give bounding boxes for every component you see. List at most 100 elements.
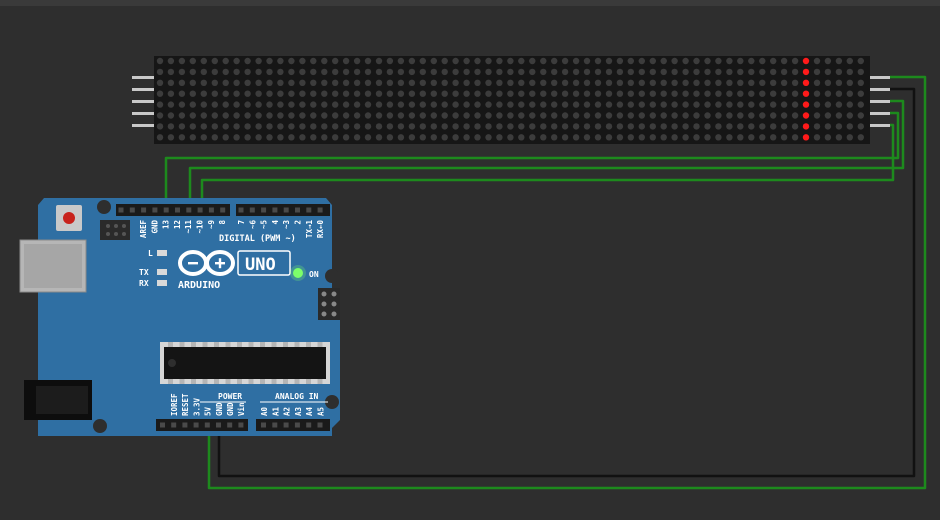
matrix-led [419,112,426,119]
header-pin[interactable] [197,207,203,213]
matrix-led [353,134,361,141]
digital-pin-label: RX←0 [316,220,325,239]
matrix-led [200,68,207,76]
power-on-label: ON [309,270,319,279]
chip-pin [248,379,254,384]
header-pin[interactable] [129,207,135,213]
header-pin[interactable] [186,207,192,213]
matrix-led [824,68,832,76]
matrix-led [540,79,547,87]
header-pin[interactable] [283,207,289,213]
matrix-led [583,123,591,130]
matrix-led [408,79,416,87]
matrix-led [321,90,328,97]
matrix-led [342,101,350,108]
matrix-led [572,79,580,87]
matrix-led [244,123,251,130]
header-pin[interactable] [306,422,312,428]
matrix-led [780,79,788,87]
matrix-led-on [802,79,810,87]
header-pin[interactable] [238,422,244,428]
header-pin[interactable] [306,207,312,213]
simulation-canvas[interactable]: AREF GND 13 12 ~11 ~10 ~9 8 7 ~6 ~5 4 ~3 2 TX→1 RX←0 DI… [0,0,940,520]
matrix-led [332,68,339,76]
header-pin[interactable] [175,207,180,213]
matrix-led [167,68,175,76]
header-pin[interactable] [216,422,221,428]
matrix-input-pins[interactable] [132,76,156,127]
matrix-led [813,134,821,141]
matrix-led [638,57,645,65]
header-pin[interactable] [118,207,124,213]
matrix-led [518,101,525,108]
matrix-led-on [802,134,810,141]
power-pin-label: Vin [237,402,246,416]
header-pin[interactable] [295,207,300,213]
matrix-led [518,134,525,141]
header-pin[interactable] [204,422,210,428]
matrix-led [441,134,448,141]
matrix-led [638,90,645,97]
matrix-led [485,112,492,119]
header-pin[interactable] [272,422,278,428]
matrix-led [397,57,405,65]
header-pin[interactable] [152,207,158,213]
matrix-led [310,68,317,76]
matrix-led [572,123,580,130]
matrix-led [846,112,853,119]
matrix-led [332,79,339,87]
power-header[interactable] [156,419,248,431]
matrix-led [474,101,481,108]
matrix-led [605,101,613,108]
header-pin[interactable] [171,422,177,428]
chip-pin [214,379,219,384]
matrix-led [627,123,634,130]
matrix-led [452,134,459,141]
header-pin[interactable] [220,207,226,213]
header-pin[interactable] [141,207,147,213]
header-pin[interactable] [227,422,233,428]
header-pin[interactable] [261,422,266,428]
matrix-led [748,90,755,97]
matrix-led [748,112,755,119]
matrix-led [189,112,196,119]
header-pin[interactable] [249,207,255,213]
arduino-uno-board[interactable]: AREF GND 13 12 ~11 ~10 ~9 8 7 ~6 ~5 4 ~3 2 TX→1 RX←0 DI… [19,198,340,436]
digital-header[interactable] [116,204,330,216]
matrix-led [463,123,470,130]
matrix-led [726,57,733,65]
matrix-led-on [802,68,810,76]
header-pin[interactable] [193,422,199,428]
matrix-led [770,57,777,65]
matrix-led [605,112,613,119]
matrix-led [233,101,240,108]
header-pin[interactable] [238,207,244,213]
header-pin[interactable] [160,422,165,428]
analog-header[interactable] [256,419,330,431]
matrix-led [222,112,229,119]
matrix-led [342,90,350,97]
matrix-led [419,123,426,130]
header-pin[interactable] [163,207,169,213]
matrix-led [551,57,558,65]
matrix-led [222,79,229,87]
header-pin[interactable] [294,422,300,428]
matrix-led [200,134,207,141]
matrix-led [780,57,788,65]
header-pin[interactable] [208,207,214,213]
header-pin[interactable] [182,422,188,428]
led-matrix[interactable] [132,56,890,144]
matrix-led [583,134,591,141]
header-pin[interactable] [317,422,323,428]
header-pin[interactable] [272,207,278,213]
matrix-led [255,134,262,141]
header-pin[interactable] [317,207,323,213]
matrix-led [770,68,777,76]
matrix-led [441,101,448,108]
matrix-led [441,79,448,87]
matrix-led [748,79,755,87]
matrix-led [561,134,569,141]
header-pin[interactable] [261,207,267,213]
header-pin[interactable] [283,422,289,428]
matrix-led [715,68,722,76]
